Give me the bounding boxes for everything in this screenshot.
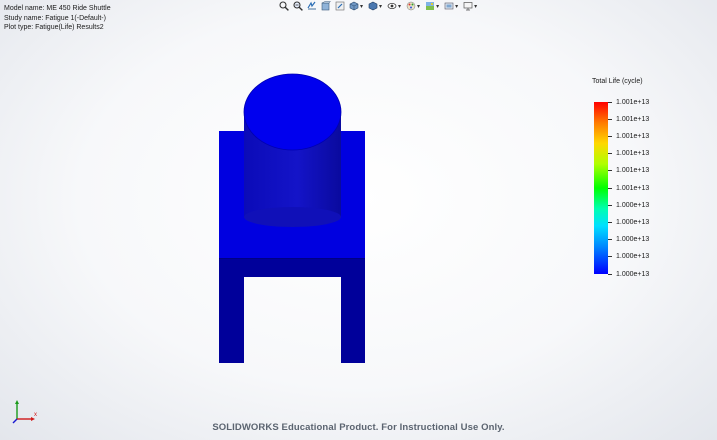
legend-tick-mark <box>608 153 612 155</box>
cylinder-bottom-edge <box>244 207 341 227</box>
legend-tick: 1.000e+13 <box>608 218 649 226</box>
legend-tick-mark <box>608 221 612 223</box>
coordinate-triad: x <box>12 400 37 424</box>
legend-tick-label: 1.001e+13 <box>616 184 650 192</box>
legend-tick-label: 1.000e+13 <box>616 218 650 226</box>
legend-tick: 1.001e+13 <box>608 98 649 106</box>
legend-tick-mark <box>608 256 612 258</box>
legend-tick-label: 1.000e+13 <box>616 253 650 261</box>
legend-tick-label: 1.000e+13 <box>616 236 650 244</box>
legend-tick-label: 1.001e+13 <box>616 167 650 175</box>
cylinder-top-face <box>243 73 342 151</box>
legend-tick: 1.000e+13 <box>608 270 649 278</box>
legend-tick-mark <box>608 170 612 172</box>
legend-tick: 1.001e+13 <box>608 115 649 123</box>
legend-tick-label: 1.001e+13 <box>616 98 650 106</box>
legend-tick-labels: 1.001e+13 1.001e+13 1.001e+13 1.001e+13 1.00… <box>608 99 668 278</box>
legend-tick-label: 1.000e+13 <box>616 270 650 278</box>
legend-tick-mark <box>608 204 612 206</box>
frame-legs <box>219 258 365 363</box>
legend-tick: 1.000e+13 <box>608 253 649 261</box>
legend-tick: 1.001e+13 <box>608 184 649 192</box>
legend-tick-mark <box>608 101 612 103</box>
legend-tick: 1.001e+13 <box>608 167 649 175</box>
legend-color-bar <box>594 102 608 274</box>
legend-title: Total Life (cycle) <box>592 78 643 85</box>
legend-tick-mark <box>608 239 612 241</box>
legend-tick-mark <box>608 187 612 189</box>
legend-tick: 1.001e+13 <box>608 150 649 158</box>
legend-tick-label: 1.000e+13 <box>616 201 650 209</box>
legend-tick: 1.000e+13 <box>608 236 649 244</box>
legend-tick-mark <box>608 118 612 120</box>
svg-text:x: x <box>34 412 37 418</box>
legend-tick-mark <box>608 273 612 275</box>
educational-watermark: SOLIDWORKS Educational Product. For Inst… <box>212 422 505 433</box>
legend-tick-label: 1.001e+13 <box>616 115 650 123</box>
legend-tick-label: 1.001e+13 <box>616 150 650 158</box>
legend-tick-mark <box>608 135 612 137</box>
legend-tick: 1.000e+13 <box>608 201 649 209</box>
legend-tick: 1.001e+13 <box>608 132 649 140</box>
legend-tick-label: 1.001e+13 <box>616 132 650 140</box>
